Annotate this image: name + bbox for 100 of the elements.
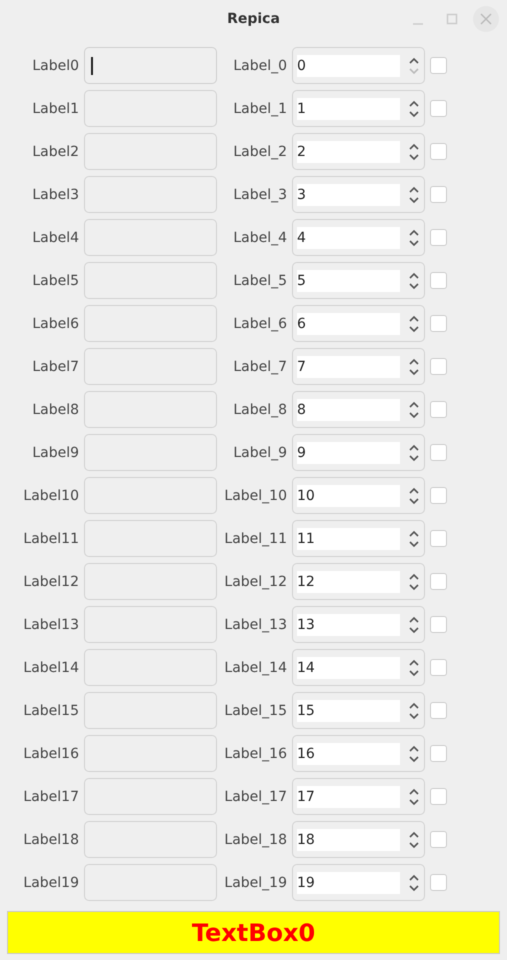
- text-field[interactable]: [84, 348, 217, 385]
- spinbox-label: Label_18: [224, 832, 287, 848]
- spinbox-label: Label_9: [233, 444, 287, 460]
- checkbox[interactable]: [430, 186, 447, 203]
- spinbox-label: Label_10: [224, 488, 287, 504]
- field-label: Label19: [23, 874, 79, 890]
- field-label: Label17: [23, 788, 79, 804]
- spin-box[interactable]: 3: [292, 176, 425, 213]
- checkbox[interactable]: [430, 788, 447, 805]
- checkbox[interactable]: [430, 143, 447, 160]
- checkbox[interactable]: [430, 487, 447, 504]
- checkbox[interactable]: [430, 272, 447, 289]
- spin-box[interactable]: 16: [292, 735, 425, 772]
- text-field[interactable]: [84, 778, 217, 815]
- checkbox[interactable]: [430, 874, 447, 891]
- spinbox-label: Label_17: [224, 788, 287, 804]
- spinbox-label: Label_15: [224, 702, 287, 718]
- text-field[interactable]: [84, 305, 217, 342]
- checkbox[interactable]: [430, 573, 447, 590]
- checkbox[interactable]: [430, 100, 447, 117]
- field-label: Label2: [32, 144, 79, 160]
- field-label: Label5: [32, 272, 79, 288]
- field-label: Label14: [23, 660, 79, 676]
- text-field[interactable]: [84, 864, 217, 901]
- spinbox-label: Label_16: [224, 746, 287, 762]
- close-icon: [480, 13, 492, 25]
- spin-box[interactable]: 13: [292, 606, 425, 643]
- checkbox[interactable]: [430, 745, 447, 762]
- text-field[interactable]: [84, 133, 217, 170]
- text-field[interactable]: [84, 434, 217, 471]
- spin-box[interactable]: 15: [292, 692, 425, 729]
- spin-box[interactable]: 6: [292, 305, 425, 342]
- text-field[interactable]: [84, 520, 217, 557]
- checkbox[interactable]: [430, 831, 447, 848]
- spinbox-label: Label_8: [233, 402, 287, 418]
- checkbox[interactable]: [430, 530, 447, 547]
- text-field[interactable]: [84, 477, 217, 514]
- field-label: Label15: [23, 702, 79, 718]
- spin-box[interactable]: 7: [292, 348, 425, 385]
- text-field[interactable]: [84, 176, 217, 213]
- field-label: Label1: [32, 100, 79, 116]
- checkbox[interactable]: [430, 229, 447, 246]
- spin-box[interactable]: 4: [292, 219, 425, 256]
- checkbox[interactable]: [430, 659, 447, 676]
- spin-box[interactable]: 1: [292, 90, 425, 127]
- close-button[interactable]: [473, 6, 499, 32]
- spin-box[interactable]: 12: [292, 563, 425, 600]
- spinbox-label: Label_19: [224, 874, 287, 890]
- checkbox[interactable]: [430, 444, 447, 461]
- spin-box[interactable]: 17: [292, 778, 425, 815]
- spinbox-label: Label_4: [233, 230, 287, 246]
- text-field[interactable]: [84, 735, 217, 772]
- field-label: Label7: [32, 358, 79, 374]
- field-label: Label11: [23, 530, 79, 546]
- field-label: Label6: [32, 316, 79, 332]
- spin-box[interactable]: 19: [292, 864, 425, 901]
- spinbox-label: Label_11: [224, 530, 287, 546]
- spinbox-label: Label_2: [233, 144, 287, 160]
- spin-box[interactable]: 9: [292, 434, 425, 471]
- checkbox[interactable]: [430, 315, 447, 332]
- field-label: Label18: [23, 832, 79, 848]
- maximize-icon: [446, 13, 458, 25]
- text-field[interactable]: [84, 262, 217, 299]
- spinbox-label: Label_1: [233, 100, 287, 116]
- text-field[interactable]: [84, 649, 217, 686]
- checkbox[interactable]: [430, 57, 447, 74]
- field-label: Label8: [32, 402, 79, 418]
- checkbox[interactable]: [430, 702, 447, 719]
- spinbox-label: Label_14: [224, 660, 287, 676]
- spin-box[interactable]: 0: [292, 47, 425, 84]
- text-field[interactable]: [84, 391, 217, 428]
- spinbox-label: Label_0: [233, 58, 287, 74]
- spin-box[interactable]: 10: [292, 477, 425, 514]
- minimize-icon: [412, 23, 424, 25]
- spinbox-label: Label_5: [233, 272, 287, 288]
- spin-box[interactable]: 2: [292, 133, 425, 170]
- spin-box[interactable]: 11: [292, 520, 425, 557]
- checkbox[interactable]: [430, 616, 447, 633]
- spin-box[interactable]: 14: [292, 649, 425, 686]
- field-label: Label16: [23, 746, 79, 762]
- spin-box[interactable]: 5: [292, 262, 425, 299]
- spinbox-label: Label_12: [224, 574, 287, 590]
- text-field[interactable]: [84, 692, 217, 729]
- field-label: Label12: [23, 574, 79, 590]
- text-field[interactable]: [84, 821, 217, 858]
- text-field[interactable]: [84, 219, 217, 256]
- spin-box[interactable]: 18: [292, 821, 425, 858]
- field-label: Label13: [23, 616, 79, 632]
- checkbox[interactable]: [430, 358, 447, 375]
- spin-box[interactable]: 8: [292, 391, 425, 428]
- field-label: Label9: [32, 444, 79, 460]
- text-field[interactable]: [84, 47, 217, 84]
- window-title: Repica: [227, 11, 280, 27]
- text-field[interactable]: [84, 90, 217, 127]
- text-field[interactable]: [84, 563, 217, 600]
- text-field[interactable]: [84, 606, 217, 643]
- checkbox[interactable]: [430, 401, 447, 418]
- field-label: Label3: [32, 186, 79, 202]
- spinbox-label: Label_3: [233, 186, 287, 202]
- field-label: Label0: [32, 58, 79, 74]
